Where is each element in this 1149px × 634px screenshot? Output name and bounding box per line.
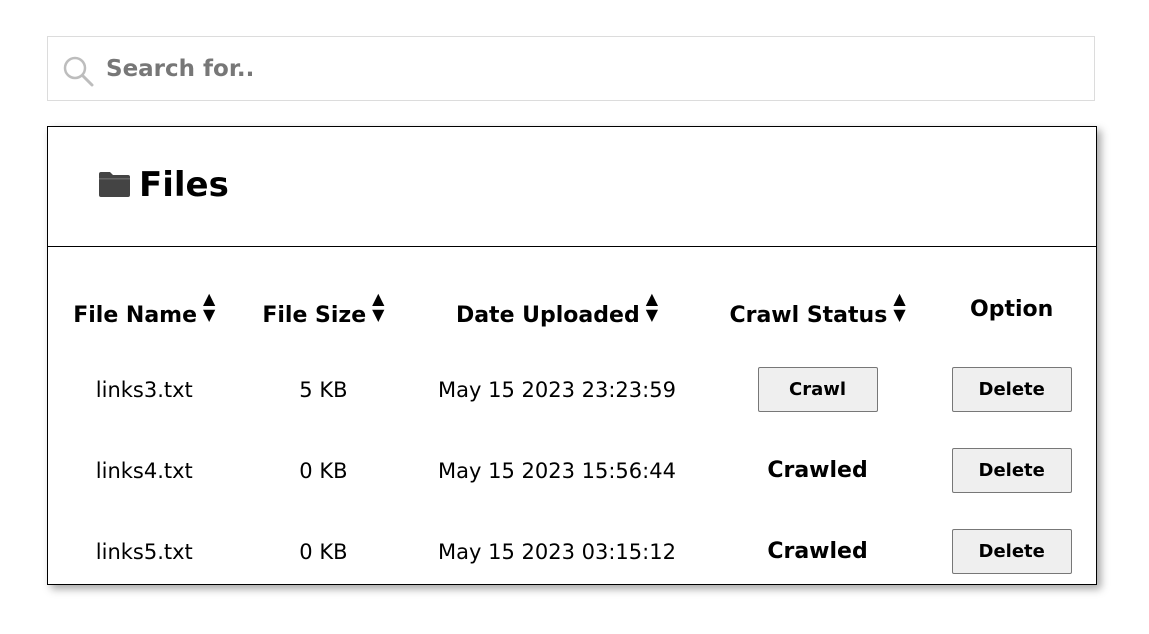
column-header-label: Option <box>970 296 1054 322</box>
date-uploaded-cell: May 15 2023 23:23:59 <box>438 377 676 402</box>
table-row: links4.txt 0 KB May 15 2023 15:56:44 Cra… <box>48 430 1096 511</box>
date-uploaded-cell: May 15 2023 03:15:12 <box>438 539 676 564</box>
option-cell: Delete <box>927 430 1096 511</box>
search-input[interactable] <box>106 37 1066 100</box>
crawl-button[interactable]: Crawl <box>757 367 878 412</box>
sort-icon[interactable]: ▲ ▼ <box>203 290 215 323</box>
table-header-row: File Name▲ ▼ File Size▲ ▼ Date Uploaded▲ ▼ … <box>48 269 1096 349</box>
files-panel-header: Files <box>48 127 1096 247</box>
file-name-cell: links5.txt <box>95 539 193 564</box>
column-header-label: File Name <box>73 302 198 328</box>
delete-button[interactable]: Delete <box>951 448 1072 493</box>
crawled-status-text: Crawled <box>767 539 868 564</box>
file-size-cell: 0 KB <box>299 458 348 483</box>
option-cell: Delete <box>927 511 1096 592</box>
delete-button[interactable]: Delete <box>951 367 1072 412</box>
crawl-status-cell: Crawled <box>708 511 928 592</box>
crawled-status-text: Crawled <box>767 458 868 483</box>
column-header-label: Date Uploaded <box>455 302 640 328</box>
sort-icon[interactable]: ▲ ▼ <box>646 290 658 323</box>
column-header-label: File Size <box>262 302 367 328</box>
search-icon <box>63 56 94 87</box>
delete-button[interactable]: Delete <box>951 529 1072 574</box>
column-header-file-size[interactable]: File Size▲ ▼ <box>241 269 407 349</box>
files-title: Files <box>139 165 229 205</box>
file-name-cell: links4.txt <box>95 458 193 483</box>
column-header-crawl-status[interactable]: Crawl Status▲ ▼ <box>708 269 928 349</box>
sort-icon[interactable]: ▲ ▼ <box>372 290 384 323</box>
column-header-date-uploaded[interactable]: Date Uploaded▲ ▼ <box>406 269 707 349</box>
column-header-option: Option <box>927 269 1096 349</box>
file-size-cell: 5 KB <box>299 377 348 402</box>
table-row: links5.txt 0 KB May 15 2023 03:15:12 Cra… <box>48 511 1096 592</box>
files-table: File Name▲ ▼ File Size▲ ▼ Date Uploaded▲ ▼ … <box>48 269 1096 592</box>
column-header-file-name[interactable]: File Name▲ ▼ <box>48 269 241 349</box>
crawl-status-cell: Crawl <box>708 349 928 430</box>
crawl-status-cell: Crawled <box>708 430 928 511</box>
search-box[interactable] <box>47 36 1095 101</box>
file-size-cell: 0 KB <box>299 539 348 564</box>
option-cell: Delete <box>927 349 1096 430</box>
folder-icon <box>99 172 130 197</box>
file-name-cell: links3.txt <box>95 377 193 402</box>
files-panel: Files File Name▲ ▼ File Size▲ ▼ Date Uploa… <box>47 126 1097 585</box>
sort-icon[interactable]: ▲ ▼ <box>893 290 905 323</box>
table-row: links3.txt 5 KB May 15 2023 23:23:59 Cra… <box>48 349 1096 430</box>
column-header-label: Crawl Status <box>729 302 888 328</box>
date-uploaded-cell: May 15 2023 15:56:44 <box>438 458 676 483</box>
